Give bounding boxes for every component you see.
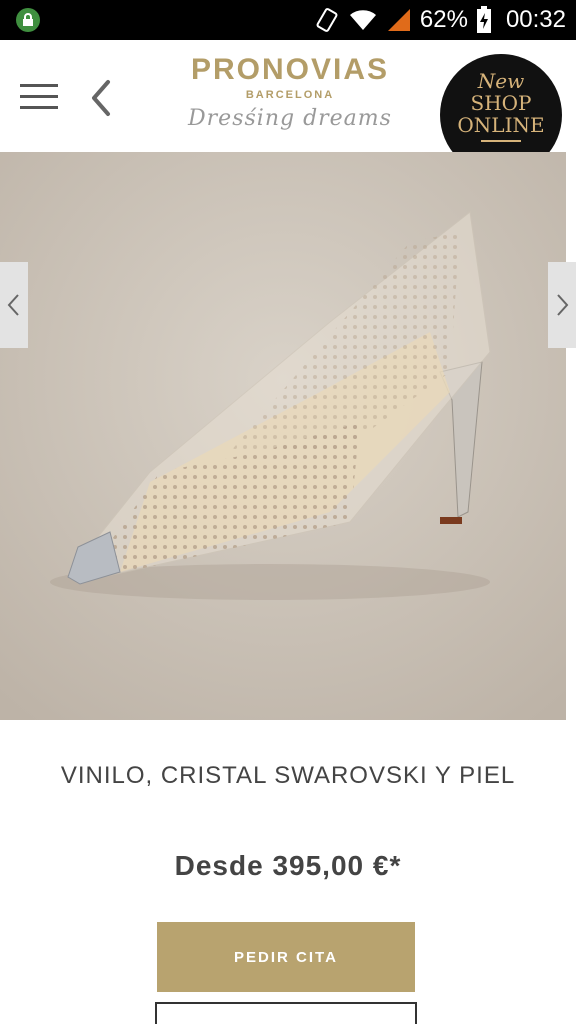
badge-line-new: New xyxy=(477,69,525,93)
lock-icon xyxy=(16,8,40,32)
product-image[interactable] xyxy=(0,152,566,720)
badge-line-online: ONLINE xyxy=(457,113,545,137)
brand-logo[interactable]: PRONOVIAS BARCELONA Dresśing dreams xyxy=(170,52,410,136)
brand-tagline: Dresśing dreams xyxy=(188,106,392,131)
signal-icon xyxy=(387,9,410,31)
chevron-left-icon xyxy=(7,294,19,316)
carousel-next-button[interactable] xyxy=(548,262,576,348)
status-bar: 62% 00:32 xyxy=(0,0,576,40)
app-header: PRONOVIAS BARCELONA Dresśing dreams New … xyxy=(0,40,576,176)
clock: 00:32 xyxy=(505,6,566,33)
wifi-icon xyxy=(349,10,376,30)
brand-name: PRONOVIAS xyxy=(190,53,390,86)
chevron-right-icon xyxy=(557,294,569,316)
shoe-photo xyxy=(0,152,566,720)
product-material: VINILO, CRISTAL SWAROVSKI Y PIEL xyxy=(60,762,516,789)
brand-city: BARCELONA xyxy=(245,89,335,101)
battery-percent: 62% xyxy=(419,6,468,33)
back-chevron-icon[interactable] xyxy=(86,78,116,118)
hamburger-menu-icon[interactable] xyxy=(20,84,60,110)
vibrate-icon xyxy=(316,8,338,32)
secondary-button[interactable] xyxy=(155,1002,417,1024)
carousel-prev-button[interactable] xyxy=(0,262,28,348)
badge-divider xyxy=(481,140,521,142)
badge-line-shop: SHOP xyxy=(470,91,532,115)
product-price: Desde 395,00 €* xyxy=(174,850,402,881)
battery-charging-icon xyxy=(476,6,491,33)
pedir-cita-button[interactable]: PEDIR CITA xyxy=(157,922,415,992)
